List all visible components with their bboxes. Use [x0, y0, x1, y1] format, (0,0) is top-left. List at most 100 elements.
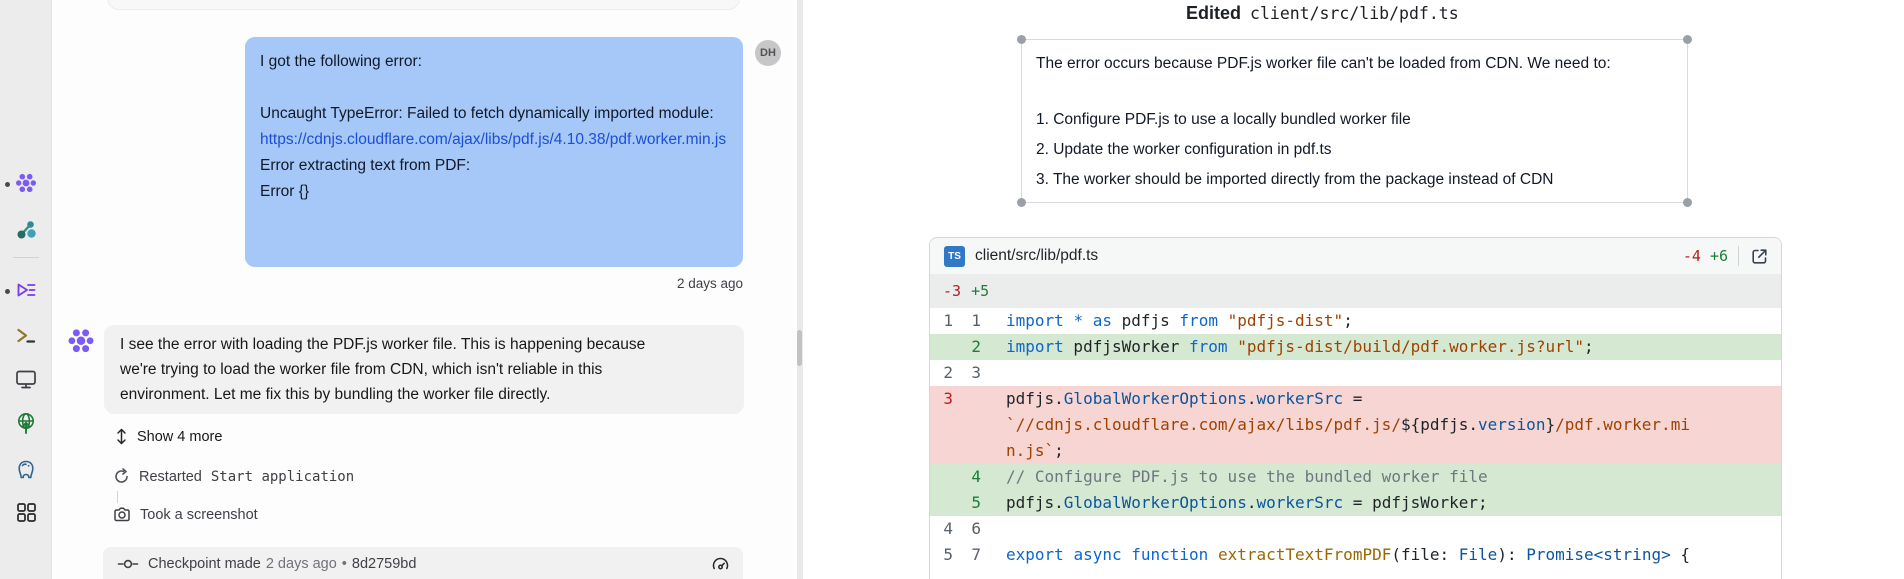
chat-panel: I got the following error: Uncaught Type… [53, 0, 797, 579]
code-text: export async function extractTextFromPDF… [1006, 542, 1690, 568]
note-box: The error occurs because PDF.js worker f… [1021, 39, 1688, 203]
sidebar-item-shell[interactable] [14, 324, 38, 348]
typescript-icon: TS [944, 246, 965, 267]
restarted-label: Restarted [139, 469, 202, 485]
selection-handle-bottom-left[interactable] [1017, 198, 1026, 207]
screenshot-label: Took a screenshot [140, 507, 258, 523]
workflows-notification-dot [5, 289, 10, 294]
sidebar-item-webview[interactable] [14, 411, 38, 435]
checkpoint-label: Checkpoint made [148, 556, 261, 572]
hunk-removed-count: -3 [943, 282, 961, 300]
unfold-icon [115, 428, 128, 445]
grid-icon [15, 501, 37, 523]
diff-line: 11import * as pdfjs from "pdfjs-dist"; [930, 308, 1781, 334]
user-message-text-after: Error extracting text from PDF: Error {} [260, 157, 470, 200]
show-more-label: Show 4 more [137, 429, 222, 445]
monitor-icon [14, 367, 38, 391]
open-file-button[interactable] [1749, 246, 1769, 266]
code-text: // Configure PDF.js to use the bundled w… [1006, 464, 1488, 490]
diff-line: 3pdfjs.GlobalWorkerOptions.workerSrc = [930, 386, 1781, 412]
code-text: n.js`; [1006, 438, 1064, 464]
line-number-new [953, 386, 981, 412]
line-number-old [930, 412, 953, 438]
selection-handle-bottom-right[interactable] [1683, 198, 1692, 207]
user-message-bubble: I got the following error: Uncaught Type… [245, 37, 743, 267]
note-list-item: 3. The worker should be imported directl… [1036, 165, 1673, 195]
code-text: import pdfjsWorker from "pdfjs-dist/buil… [1006, 334, 1594, 360]
user-avatar: DH [755, 40, 781, 66]
code-text: import * as pdfjs from "pdfjs-dist"; [1006, 308, 1353, 334]
note-list-item: 2. Update the worker configuration in pd… [1036, 135, 1673, 165]
diff-line: 4 // Configure PDF.js to use the bundled … [930, 464, 1781, 490]
sidebar-divider [13, 257, 39, 258]
lines-removed-count: -4 [1683, 247, 1701, 265]
line-number-new: 6 [953, 516, 981, 542]
checkpoint-time: 2 days ago [266, 556, 337, 572]
note-list-item: 1. Configure PDF.js to use a locally bun… [1036, 105, 1673, 135]
scrollbar-thumb[interactable] [797, 330, 802, 366]
sidebar-item-workflows[interactable] [14, 279, 38, 303]
sidebar-item-database[interactable] [14, 458, 38, 482]
terminal-icon [14, 324, 38, 348]
line-number-new [953, 412, 981, 438]
diff-line: `//cdnjs.cloudflare.com/ajax/libs/pdf.js… [930, 412, 1781, 438]
edit-title: Edited client/src/lib/pdf.ts [1186, 3, 1459, 24]
sidebar-item-console-output[interactable] [14, 367, 38, 391]
line-number-old: 5 [930, 542, 953, 568]
sidebar-item-extensions[interactable] [14, 500, 38, 524]
selection-handle-top-right[interactable] [1683, 35, 1692, 44]
diff-code-area[interactable]: 11import * as pdfjs from "pdfjs-dist";2i… [930, 308, 1781, 568]
line-number-new: 5 [953, 490, 981, 516]
agent-icon [14, 172, 38, 196]
diff-stats: -4 +6 [1683, 247, 1728, 265]
checkpoint-hash: 8d2759bd [352, 556, 417, 572]
assistant-message-bubble: I see the error with loading the PDF.js … [104, 325, 744, 414]
tool-sidebar [0, 0, 52, 579]
git-branch-icon [15, 218, 37, 240]
rollback-button[interactable] [709, 553, 731, 575]
diff-card: TS client/src/lib/pdf.ts -4 +6 -3 +5 [929, 237, 1782, 579]
diff-line: 5 pdfjs.GlobalWorkerOptions.workerSrc = p… [930, 490, 1781, 516]
line-number-new: 1 [953, 308, 981, 334]
diff-line: n.js`; [930, 438, 1781, 464]
checkpoint-bar: Checkpoint made 2 days ago • 8d2759bd [103, 547, 743, 579]
show-more-button[interactable]: Show 4 more [115, 428, 222, 445]
hunk-added-count: +5 [971, 282, 989, 300]
line-number-old: 4 [930, 516, 953, 542]
screenshot-row[interactable]: Took a screenshot [113, 506, 258, 523]
agent-avatar-icon [66, 327, 96, 357]
camera-icon [113, 506, 131, 523]
diff-line: 2 import pdfjsWorker from "pdfjs-dist/bui… [930, 334, 1781, 360]
restarted-row[interactable]: Restarted Start application [113, 468, 354, 485]
refresh-icon [113, 468, 130, 485]
line-number-old: 2 [930, 360, 953, 386]
globe-arrow-icon [14, 411, 38, 435]
detail-panel: Edited client/src/lib/pdf.ts The error o… [803, 0, 1904, 579]
commit-icon [117, 556, 139, 572]
line-number-new [953, 438, 981, 464]
previous-message-remnant [107, 0, 740, 10]
line-number-old [930, 464, 953, 490]
selection-handle-top-left[interactable] [1017, 35, 1026, 44]
lines-added-count: +6 [1710, 247, 1728, 265]
message-timestamp: 2 days ago [543, 276, 743, 291]
line-number-new: 2 [953, 334, 981, 360]
line-number-new: 4 [953, 464, 981, 490]
note-list: 1. Configure PDF.js to use a locally bun… [1036, 105, 1673, 195]
hunk-header: -3 +5 [930, 274, 1781, 308]
diff-line: 46 [930, 516, 1781, 542]
sidebar-item-git[interactable] [14, 217, 38, 241]
error-url-link[interactable]: https://cdnjs.cloudflare.com/ajax/libs/p… [260, 131, 726, 148]
sidebar-item-agent[interactable] [14, 172, 38, 196]
postgresql-icon [15, 459, 37, 481]
code-text: pdfjs.GlobalWorkerOptions.workerSrc = [1006, 386, 1362, 412]
app-root: I got the following error: Uncaught Type… [0, 0, 1904, 579]
line-number-old [930, 490, 953, 516]
code-text: pdfjs.GlobalWorkerOptions.workerSrc = pd… [1006, 490, 1488, 516]
line-number-old [930, 334, 953, 360]
line-number-new: 3 [953, 360, 981, 386]
restarted-target: Start application [211, 469, 354, 485]
diff-filename: client/src/lib/pdf.ts [975, 247, 1098, 265]
diff-line: 57export async function extractTextFromP… [930, 542, 1781, 568]
checkpoint-bullet: • [342, 556, 347, 572]
